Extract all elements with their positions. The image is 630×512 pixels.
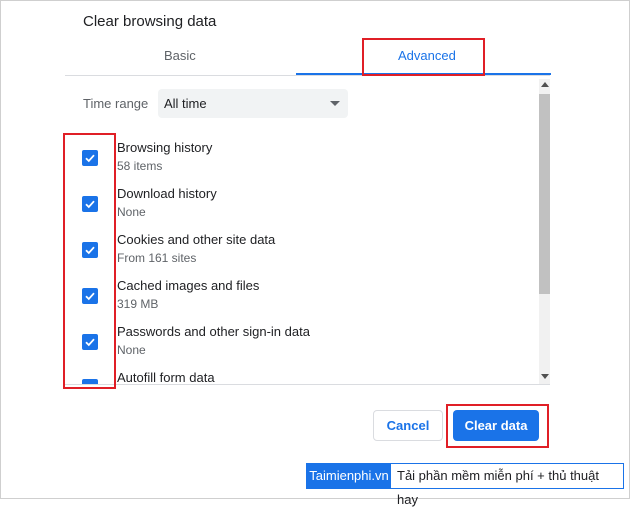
watermark-tagline: Tải phần mềm miễn phí + thủ thuật hay [397, 468, 599, 507]
download-history-title: Download history [117, 186, 217, 201]
download-history-subtitle: None [117, 205, 146, 219]
watermark-banner: Taimienphi.vn Tải phần mềm miễn phí + th… [306, 463, 624, 507]
passwords-subtitle: None [117, 343, 146, 357]
autofill-title: Autofill form data [117, 370, 215, 384]
browsing-history-title: Browsing history [117, 140, 213, 155]
time-range-value: All time [164, 96, 207, 111]
list-bottom-divider [65, 384, 550, 385]
cancel-button[interactable]: Cancel [373, 410, 443, 441]
cached-images-subtitle: 319 MB [117, 297, 159, 311]
highlight-box-advanced-tab [362, 38, 485, 76]
browsing-history-subtitle: 58 items [117, 159, 163, 173]
highlight-box-clear-button [446, 404, 549, 448]
time-range-select[interactable]: All time [158, 89, 348, 118]
dialog-title: Clear browsing data [83, 13, 217, 30]
dropdown-arrow-icon [330, 101, 340, 106]
scroll-down-arrow-icon[interactable] [541, 374, 549, 379]
highlight-box-checkboxes [63, 133, 116, 389]
time-range-label: Time range [83, 96, 149, 111]
cookies-subtitle: From 161 sites [117, 251, 197, 265]
tab-basic[interactable]: Basic [164, 48, 196, 63]
watermark-brand: Taimienphi.vn [307, 464, 391, 488]
scrollbar-thumb[interactable] [539, 94, 550, 294]
cached-images-title: Cached images and files [117, 278, 260, 293]
passwords-title: Passwords and other sign-in data [117, 324, 310, 339]
scroll-up-arrow-icon[interactable] [541, 82, 549, 87]
cookies-title: Cookies and other site data [117, 232, 276, 247]
